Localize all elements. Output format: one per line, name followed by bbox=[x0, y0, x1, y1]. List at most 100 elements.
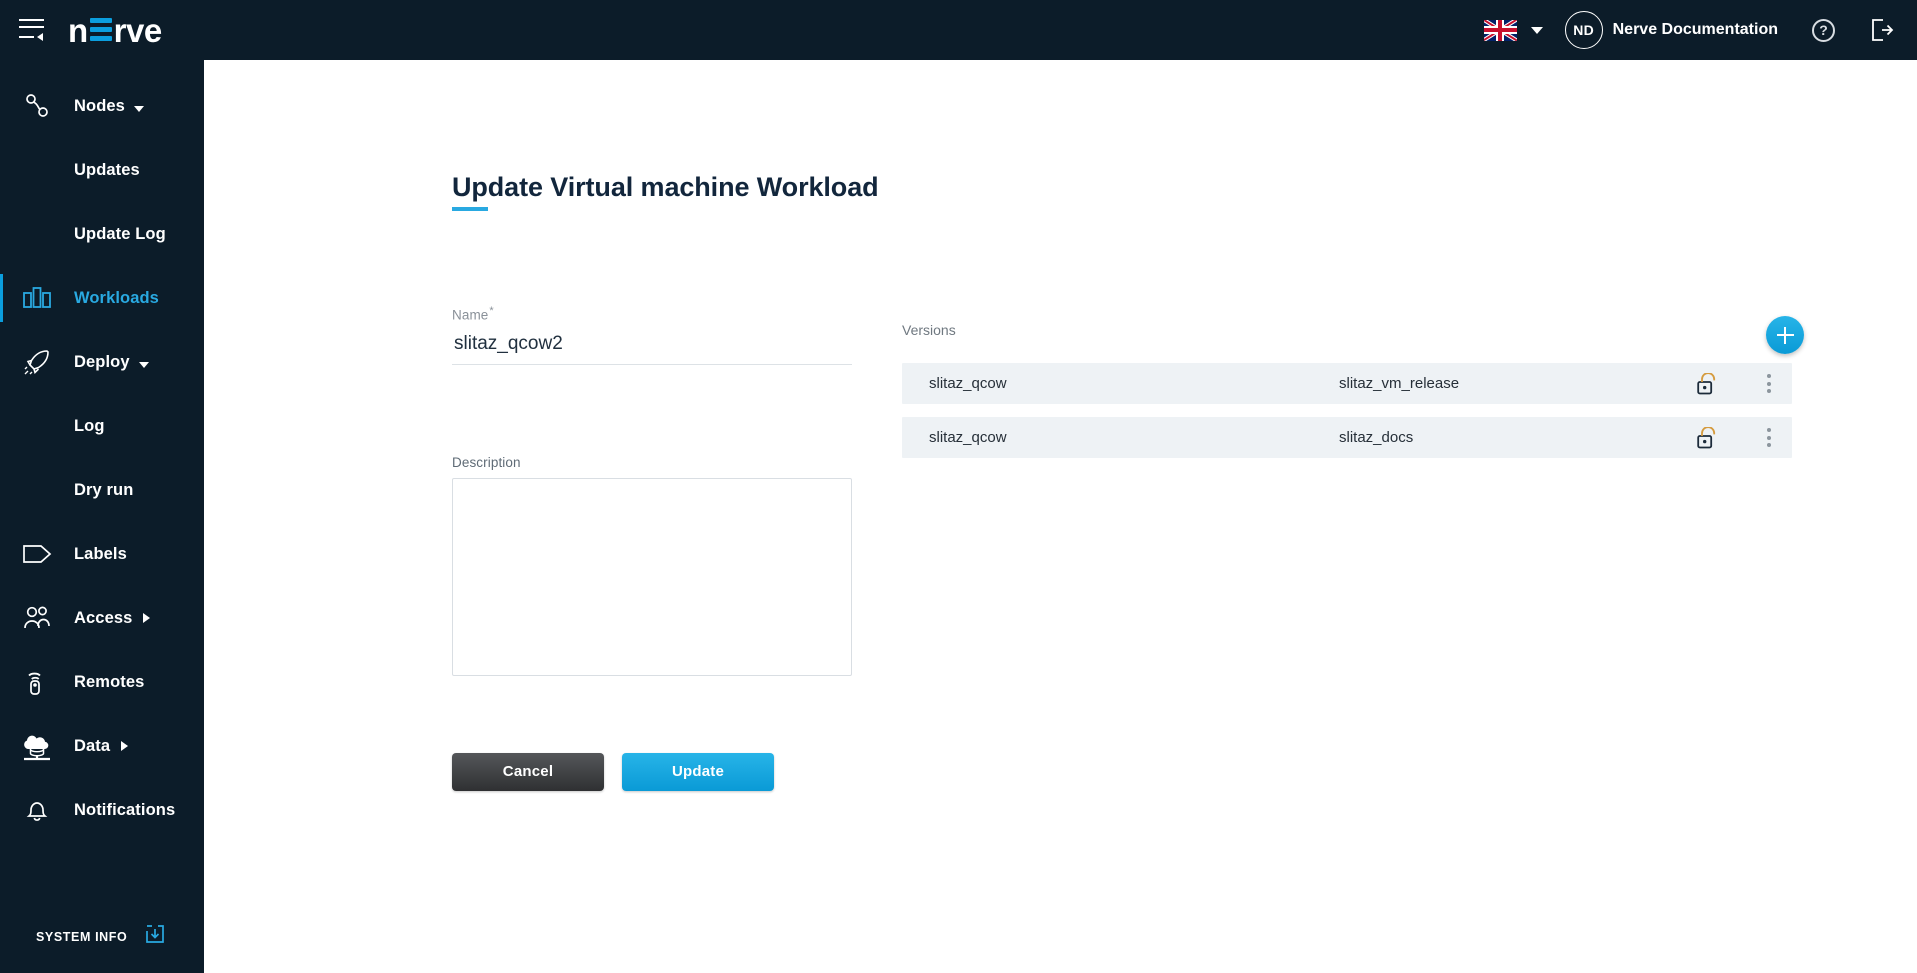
dot-3 bbox=[1767, 389, 1771, 393]
hamburger-line-3-row bbox=[19, 33, 43, 41]
logout-icon[interactable] bbox=[1869, 17, 1895, 43]
sidebar-item-label: Remotes bbox=[74, 673, 144, 692]
dot-2 bbox=[1767, 382, 1771, 386]
sidebar-item-labels[interactable]: Labels bbox=[0, 522, 204, 586]
name-field-label: Name* bbox=[452, 305, 852, 323]
nerve-logo[interactable]: n rve bbox=[68, 10, 162, 50]
system-info-label: SYSTEM INFO bbox=[36, 930, 127, 944]
sidebar-item-dry-run[interactable]: Dry run bbox=[0, 458, 204, 522]
chevron-right-icon bbox=[121, 741, 128, 751]
uk-flag-icon[interactable] bbox=[1484, 20, 1517, 41]
logo-letter-n: n bbox=[68, 14, 88, 47]
versions-section: Versions slitaz_qcow slitaz_vm_release bbox=[902, 322, 1792, 471]
kebab-menu-icon[interactable] bbox=[1746, 374, 1792, 393]
users-icon bbox=[0, 605, 74, 631]
top-bar: n rve ND bbox=[0, 0, 1917, 60]
sidebar: Nodes Updates Update Log bbox=[0, 60, 204, 973]
sidebar-item-label: Nodes bbox=[74, 97, 125, 116]
body-wrapper: Nodes Updates Update Log bbox=[0, 60, 1917, 973]
description-textarea[interactable] bbox=[452, 478, 852, 676]
unlocked-padlock-icon[interactable] bbox=[1674, 427, 1738, 449]
sidebar-item-label: Data bbox=[74, 737, 110, 756]
download-icon[interactable] bbox=[145, 924, 165, 949]
versions-label: Versions bbox=[902, 322, 1792, 338]
dot-1 bbox=[1767, 374, 1771, 378]
sidebar-item-workloads[interactable]: Workloads bbox=[0, 266, 204, 330]
version-name: slitaz_qcow bbox=[929, 429, 1339, 446]
chevron-down-icon bbox=[134, 106, 144, 112]
name-label-text: Name bbox=[452, 308, 488, 323]
avatar-initials: ND bbox=[1573, 22, 1594, 38]
hamburger-line-2 bbox=[19, 26, 44, 28]
dot-3 bbox=[1767, 443, 1771, 447]
description-block: Description bbox=[452, 455, 852, 681]
sidebar-item-label: Log bbox=[74, 417, 105, 436]
sidebar-item-label: Access bbox=[74, 609, 132, 628]
user-name-label: Nerve Documentation bbox=[1613, 21, 1778, 39]
table-row[interactable]: slitaz_qcow slitaz_docs bbox=[902, 417, 1792, 458]
description-field-label: Description bbox=[452, 455, 852, 470]
update-button[interactable]: Update bbox=[622, 753, 774, 791]
hamburger-line-3 bbox=[19, 36, 34, 38]
nodes-icon bbox=[0, 91, 74, 121]
avatar[interactable]: ND bbox=[1565, 11, 1603, 49]
remote-control-icon bbox=[0, 667, 74, 697]
help-glyph: ? bbox=[1819, 22, 1828, 38]
cloud-database-icon bbox=[0, 730, 74, 762]
sidebar-item-label: Deploy bbox=[74, 353, 130, 372]
sidebar-item-log[interactable]: Log bbox=[0, 394, 204, 458]
name-input[interactable] bbox=[452, 331, 852, 365]
main-content: Update Virtual machine Workload Name* De… bbox=[204, 60, 1917, 973]
cancel-button[interactable]: Cancel bbox=[452, 753, 604, 791]
add-version-button[interactable] bbox=[1766, 316, 1804, 354]
chevron-down-icon bbox=[139, 362, 149, 368]
sidebar-item-label: Updates bbox=[74, 161, 140, 180]
unlocked-padlock-icon[interactable] bbox=[1674, 373, 1738, 395]
dot-1 bbox=[1767, 428, 1771, 432]
plus-icon-vertical bbox=[1784, 327, 1787, 344]
form-actions: Cancel Update bbox=[452, 753, 852, 791]
language-chevron-down-icon[interactable] bbox=[1531, 27, 1543, 34]
logo-letter-e-icon bbox=[90, 18, 112, 43]
sidebar-item-label: Update Log bbox=[74, 225, 166, 244]
hamburger-line-1 bbox=[19, 19, 44, 21]
logo-e-bar-1 bbox=[90, 18, 112, 23]
table-row[interactable]: slitaz_qcow slitaz_vm_release bbox=[902, 363, 1792, 404]
version-name: slitaz_qcow bbox=[929, 375, 1339, 392]
workloads-icon bbox=[0, 283, 74, 313]
topbar-right-group: ND Nerve Documentation ? bbox=[1484, 11, 1895, 49]
question-mark-icon[interactable]: ? bbox=[1812, 19, 1835, 42]
sidebar-item-notifications[interactable]: Notifications bbox=[0, 778, 204, 842]
collapse-arrow-icon bbox=[37, 33, 43, 41]
version-tag: slitaz_vm_release bbox=[1339, 375, 1674, 392]
sidebar-item-label: Notifications bbox=[74, 801, 175, 820]
system-info-button[interactable]: SYSTEM INFO bbox=[0, 924, 204, 973]
sidebar-item-data[interactable]: Data bbox=[0, 714, 204, 778]
bell-icon bbox=[0, 795, 74, 825]
sidebar-item-updates[interactable]: Updates bbox=[0, 138, 204, 202]
app-root: n rve ND bbox=[0, 0, 1917, 973]
page-title-text: Update Virtual machine Workload bbox=[452, 172, 879, 202]
required-marker: * bbox=[489, 305, 493, 317]
page-title-underline bbox=[452, 207, 488, 211]
nerve-logo-text: n rve bbox=[68, 14, 162, 47]
version-tag: slitaz_docs bbox=[1339, 429, 1674, 446]
sidebar-item-label: Labels bbox=[74, 545, 127, 564]
tag-icon bbox=[0, 542, 74, 566]
chevron-right-icon bbox=[143, 613, 150, 623]
sidebar-item-deploy[interactable]: Deploy bbox=[0, 330, 204, 394]
deploy-rocket-icon bbox=[0, 347, 74, 377]
sidebar-item-access[interactable]: Access bbox=[0, 586, 204, 650]
hamburger-collapse-icon[interactable] bbox=[10, 8, 54, 52]
sidebar-item-nodes[interactable]: Nodes bbox=[0, 74, 204, 138]
sidebar-item-update-log[interactable]: Update Log bbox=[0, 202, 204, 266]
logo-letters-rve: rve bbox=[114, 14, 162, 47]
flag-cross-red-v bbox=[1498, 20, 1502, 41]
sidebar-item-label: Workloads bbox=[74, 289, 159, 308]
sidebar-item-remotes[interactable]: Remotes bbox=[0, 650, 204, 714]
sidebar-item-label: Dry run bbox=[74, 481, 133, 500]
page-title: Update Virtual machine Workload bbox=[452, 172, 879, 203]
dot-2 bbox=[1767, 436, 1771, 440]
kebab-menu-icon[interactable] bbox=[1746, 428, 1792, 447]
sidebar-nav-list: Nodes Updates Update Log bbox=[0, 60, 204, 924]
